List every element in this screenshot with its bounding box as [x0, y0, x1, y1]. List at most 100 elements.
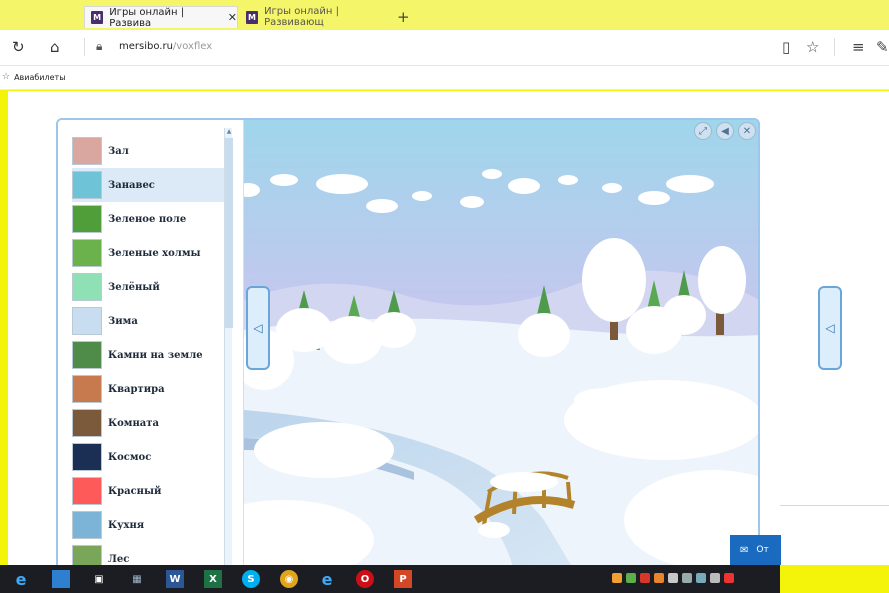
favorite-star-icon[interactable]: ☆	[806, 38, 819, 56]
excel-icon[interactable]: X	[204, 570, 222, 588]
address-bar: ↻ ⌂ 🔒︎ mersibo.ru/voxflex ▯ ☆ ≡ ✎	[0, 30, 889, 66]
skype-icon[interactable]: S	[242, 570, 260, 588]
list-item[interactable]: Кухня	[72, 508, 232, 542]
list-item-label: Зелёный	[108, 281, 160, 293]
list-item-label: Кухня	[108, 519, 145, 531]
list-item-label: Лес	[108, 553, 130, 565]
folder-icon: ☆	[2, 72, 11, 82]
background-thumbnail	[72, 171, 102, 199]
chat-button[interactable]: ✉ От	[730, 535, 781, 565]
background-thumbnail	[72, 137, 102, 165]
powerpoint-icon[interactable]: P	[394, 570, 412, 588]
chat-label: От	[756, 545, 769, 555]
tab-bar: M Игры онлайн | Развива ✕ M Игры онлайн …	[0, 0, 889, 30]
tray-icon[interactable]	[640, 573, 650, 583]
divider	[780, 505, 889, 506]
side-panel-toggle-button[interactable]: ◁	[818, 286, 842, 370]
envelope-icon: ✉	[740, 544, 749, 556]
fullscreen-icon[interactable]: ⤢	[694, 122, 712, 140]
background-thumbnail	[72, 409, 102, 437]
photos-icon[interactable]: ▦	[128, 570, 146, 588]
list-item-label: Камни на земле	[108, 349, 203, 361]
hub-menu-icon[interactable]: ≡	[852, 38, 865, 56]
winter-landscape-illustration	[194, 120, 758, 568]
list-item-label: Занавес	[108, 179, 155, 191]
arrow-left-icon: ◁	[825, 321, 835, 335]
tray-icon[interactable]	[654, 573, 664, 583]
refresh-icon[interactable]: ↻	[12, 38, 25, 56]
collapse-list-button[interactable]: ◁	[246, 286, 270, 370]
list-item[interactable]: Зеленые холмы	[72, 236, 232, 270]
system-tray	[612, 573, 734, 585]
scroll-thumb[interactable]	[225, 138, 233, 328]
site-favicon-icon: M	[91, 11, 104, 24]
volume-icon[interactable]	[724, 573, 734, 583]
arrow-left-icon: ◁	[253, 321, 263, 335]
tray-icon[interactable]	[626, 573, 636, 583]
background-thumbnail	[72, 375, 102, 403]
list-item[interactable]: Комната	[72, 406, 232, 440]
list-item[interactable]: Зима	[72, 304, 232, 338]
tab-title: Игры онлайн | Развива	[109, 6, 185, 29]
favorites-bar: ☆ Авиабилеты	[0, 66, 889, 90]
divider	[84, 38, 85, 56]
list-item[interactable]: Занавес	[72, 168, 232, 202]
close-game-icon[interactable]: ✕	[738, 122, 756, 140]
word-icon[interactable]: W	[166, 570, 184, 588]
lock-icon: 🔒︎	[96, 39, 103, 53]
favorite-label: Авиабилеты	[14, 72, 66, 82]
edge-icon[interactable]: e	[12, 570, 30, 589]
taskbar: e ▣ ▦ W X S ◉ e O P	[0, 565, 780, 593]
desktop-icon[interactable]	[52, 570, 70, 588]
background-thumbnail	[72, 511, 102, 539]
game-window: Зал Занавес Зеленое поле Зеленые холмы Зелён…	[56, 118, 760, 570]
list-item-label: Зеленое поле	[108, 213, 187, 225]
scroll-up-icon[interactable]: ▲	[225, 128, 233, 136]
network-icon[interactable]	[696, 573, 706, 583]
list-item[interactable]: Зеленое поле	[72, 202, 232, 236]
url-field[interactable]: mersibo.ru/voxflex	[119, 41, 212, 52]
list-item-label: Комната	[108, 417, 159, 429]
tab-title: Игры онлайн | Развивающ	[264, 6, 339, 28]
background-thumbnail	[72, 341, 102, 369]
list-item-label: Красный	[108, 485, 162, 497]
favorite-link[interactable]: ☆ Авиабилеты	[2, 72, 66, 82]
store-icon[interactable]: ▣	[90, 570, 108, 588]
list-item[interactable]: Красный	[72, 474, 232, 508]
divider	[834, 38, 835, 56]
winter-scene: ⤢ ◀ ✕	[194, 120, 758, 568]
site-favicon-icon: M	[246, 10, 259, 24]
list-item-label: Зал	[108, 145, 129, 157]
opera-icon[interactable]: O	[356, 570, 374, 588]
list-item[interactable]: Зелёный	[72, 270, 232, 304]
list-item-label: Космос	[108, 451, 152, 463]
background-thumbnail	[72, 239, 102, 267]
list-scrollbar[interactable]: ▲	[224, 128, 233, 568]
close-tab-icon[interactable]: ✕	[228, 11, 237, 24]
tray-icon[interactable]	[612, 573, 622, 583]
sound-icon[interactable]: ◀	[716, 122, 734, 140]
list-item-label: Квартира	[108, 383, 165, 395]
browser-tab-inactive[interactable]: M Игры онлайн | Развивающ	[240, 6, 392, 28]
browser-tab-active[interactable]: M Игры онлайн | Развива ✕	[84, 6, 238, 29]
home-icon[interactable]: ⌂	[50, 38, 60, 56]
edge-icon[interactable]: e	[318, 570, 336, 589]
notes-icon[interactable]: ✎	[876, 38, 889, 56]
background-thumbnail	[72, 273, 102, 301]
list-item[interactable]: Камни на земле	[72, 338, 232, 372]
chrome-icon[interactable]: ◉	[280, 570, 298, 588]
list-item[interactable]: Космос	[72, 440, 232, 474]
list-item[interactable]: Зал	[72, 134, 232, 168]
background-thumbnail	[72, 205, 102, 233]
new-tab-icon[interactable]: +	[397, 8, 410, 26]
tray-icon[interactable]	[710, 573, 720, 583]
list-item[interactable]: Квартира	[72, 372, 232, 406]
background-thumbnail	[72, 443, 102, 471]
tray-icon[interactable]	[668, 573, 678, 583]
list-item-label: Зеленые холмы	[108, 247, 201, 259]
reading-view-icon[interactable]: ▯	[782, 38, 790, 56]
url-domain: mersibo.ru	[119, 41, 173, 52]
tray-icon[interactable]	[682, 573, 692, 583]
list-item-label: Зима	[108, 315, 138, 327]
url-path: /voxflex	[172, 41, 213, 52]
